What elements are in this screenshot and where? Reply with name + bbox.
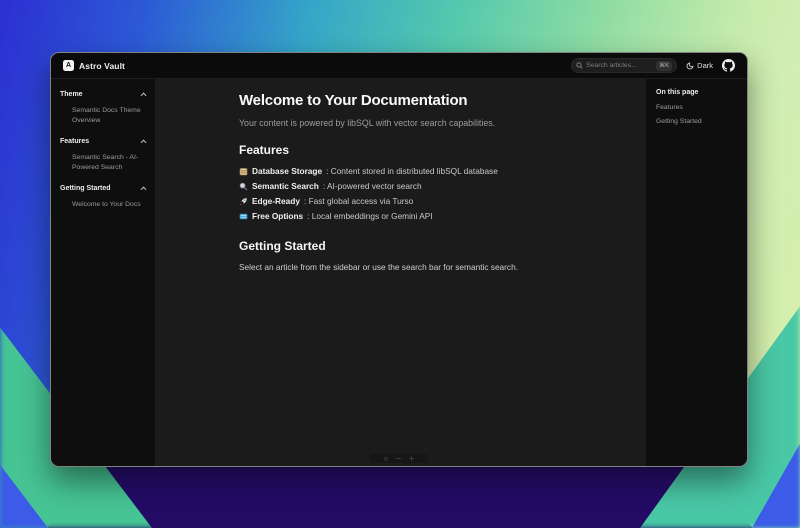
sidebar-item-semantic-search[interactable]: Semantic Search - AI-Powered Search [60, 153, 147, 172]
feature-desc: : Fast global access via Turso [304, 196, 413, 206]
theme-toggle-button[interactable]: Dark [686, 61, 713, 70]
feature-desc: : AI-powered vector search [323, 181, 422, 191]
page-title: Welcome to Your Documentation [239, 92, 530, 109]
theme-toggle-label: Dark [697, 61, 713, 70]
getting-started-heading: Getting Started [239, 239, 530, 253]
getting-started-text: Select an article from the sidebar or us… [239, 262, 530, 272]
pointer-mode-button[interactable] [384, 457, 388, 461]
sidebar-section-getting-started-header[interactable]: Getting Started [60, 185, 147, 192]
zoom-in-button[interactable] [409, 456, 414, 461]
free-badge-emoji [239, 212, 248, 221]
feature-item-semantic-search: Semantic Search : AI-powered vector searc… [239, 181, 530, 191]
feature-item-free-options: Free Options : Local embeddings or Gemini… [239, 211, 530, 221]
on-this-page-panel: On this page Features Getting Started [646, 79, 747, 466]
feature-desc: : Local embeddings or Gemini API [307, 211, 432, 221]
search-shortcut-badge: ⌘K [656, 61, 672, 71]
app-window: A Astro Vault ⌘K Dark [50, 52, 748, 467]
feature-term: Edge-Ready [252, 196, 300, 206]
github-icon [722, 59, 735, 72]
card-file-box-emoji [239, 167, 248, 176]
feature-desc: : Content stored in distributed libSQL d… [326, 166, 498, 176]
main-content: Welcome to Your Documentation Your conte… [155, 79, 646, 466]
feature-term: Semantic Search [252, 181, 319, 191]
search-icon [576, 62, 583, 69]
window-body: Theme Semantic Docs Theme Overview Featu… [51, 79, 747, 466]
feature-term: Free Options [252, 211, 303, 221]
sidebar-item-welcome-to-your-docs[interactable]: Welcome to Your Docs [60, 200, 147, 210]
github-link[interactable] [722, 59, 735, 72]
sidebar-section-label: Features [60, 138, 89, 145]
brand-logo: A [63, 60, 74, 71]
magnifying-glass-emoji [239, 182, 248, 191]
sidebar-section-theme: Theme Semantic Docs Theme Overview [60, 91, 147, 125]
search-input[interactable] [586, 62, 653, 69]
chevron-up-icon [140, 186, 147, 191]
sidebar-section-features: Features Semantic Search - AI-Powered Se… [60, 138, 147, 172]
toc-link-features[interactable]: Features [656, 104, 737, 111]
search-box[interactable]: ⌘K [571, 58, 677, 73]
moon-icon [686, 62, 694, 70]
sidebar-section-label: Getting Started [60, 185, 111, 192]
left-sidebar: Theme Semantic Docs Theme Overview Featu… [51, 79, 155, 466]
toc-link-getting-started[interactable]: Getting Started [656, 118, 737, 125]
sidebar-section-features-header[interactable]: Features [60, 138, 147, 145]
feature-list: Database Storage : Content stored in dist… [239, 166, 530, 221]
sidebar-section-label: Theme [60, 91, 83, 98]
chevron-up-icon [140, 139, 147, 144]
chevron-up-icon [140, 92, 147, 97]
feature-item-database-storage: Database Storage : Content stored in dist… [239, 166, 530, 176]
page-intro: Your content is powered by libSQL with v… [239, 118, 530, 128]
rocket-emoji [239, 197, 248, 206]
feature-term: Database Storage [252, 166, 322, 176]
feature-item-edge-ready: Edge-Ready : Fast global access via Turso [239, 196, 530, 206]
brand-title: Astro Vault [79, 61, 125, 71]
on-this-page-title: On this page [656, 89, 737, 96]
window-bottom-toolbar [370, 454, 428, 463]
zoom-out-button[interactable] [396, 458, 401, 459]
sidebar-section-getting-started: Getting Started Welcome to Your Docs [60, 185, 147, 210]
sidebar-section-theme-header[interactable]: Theme [60, 91, 147, 98]
sidebar-item-semantic-docs-theme-overview[interactable]: Semantic Docs Theme Overview [60, 106, 147, 125]
brand[interactable]: A Astro Vault [63, 60, 125, 71]
app-header: A Astro Vault ⌘K Dark [51, 53, 747, 79]
features-heading: Features [239, 143, 530, 157]
